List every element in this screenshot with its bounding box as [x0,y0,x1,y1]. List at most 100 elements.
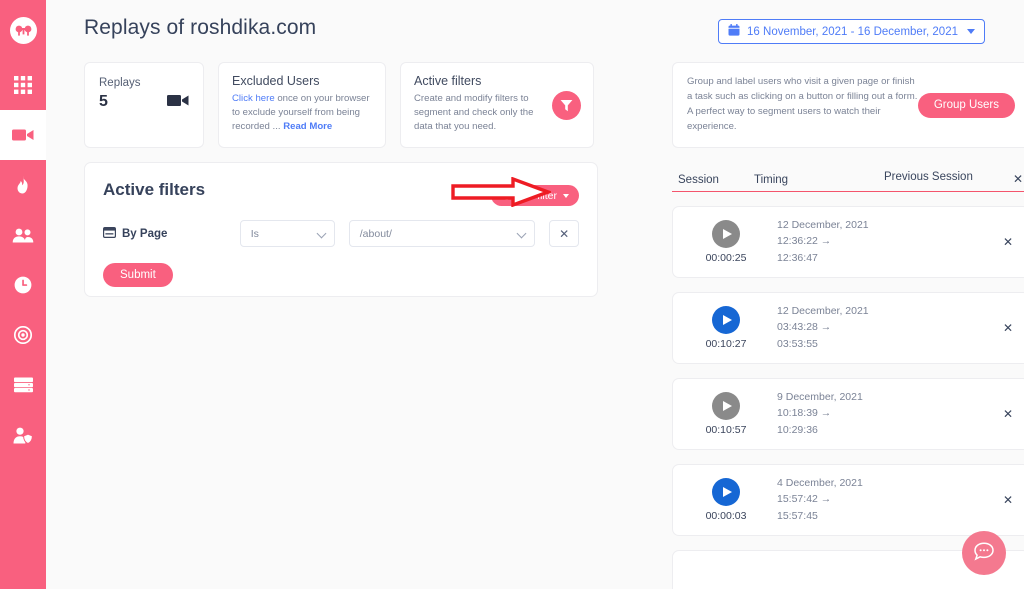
active-filters-info-card: Active filters Create and modify filters… [400,62,594,148]
submit-button[interactable]: Submit [103,263,173,287]
server-list-icon [13,377,33,393]
column-header-close[interactable]: ✕ [1006,172,1024,186]
sidebar-logo[interactable] [0,0,46,60]
play-triangle-icon [722,486,732,497]
active-filters-panel: Active filters Add filter By Page Is /ab… [84,162,598,297]
sidebar-item-logs[interactable] [0,360,46,410]
filter-value-text: /about/ [359,227,392,240]
calendar-icon [728,24,740,39]
session-end: 03:53:55 [777,337,818,350]
session-date: 4 December, 2021 [777,477,863,490]
video-camera-icon [12,127,34,143]
session-list-header: Session Timing Previous Session ✕ [672,170,1024,192]
session-rows: 00:00:25 12 December, 2021 12:36:22 → 12:36… [672,205,1024,589]
session-timing: 12 December, 2021 03:43:28 → 03:53:55 [777,303,869,352]
session-date: 9 December, 2021 [777,391,863,404]
app-logo-icon [9,16,37,44]
read-more-link[interactable]: Read More [283,121,332,132]
group-users-button[interactable]: Group Users [917,92,1015,118]
play-button[interactable] [712,305,740,334]
session-end: 15:57:45 [777,509,818,522]
chevron-down-icon [967,29,975,34]
filter-operator-select[interactable]: Is [239,220,335,247]
session-row[interactable]: 00:00:25 12 December, 2021 12:36:22 → 12:36… [672,205,1024,278]
session-row[interactable]: 00:10:27 12 December, 2021 03:43:28 → 03:53… [672,291,1024,364]
summary-cards: Replays 5 Excluded Users Click here once… [84,62,594,148]
add-filter-label: Add filter [515,189,557,202]
add-filter-button[interactable]: Add filter [490,185,579,206]
chat-support-button[interactable] [962,531,1006,575]
user-shield-icon [13,427,33,444]
sidebar-item-replays[interactable] [0,110,46,160]
date-range-picker[interactable]: 16 November, 2021 - 16 December, 2021 [718,19,985,44]
session-play-col: 00:10:27 [691,305,761,350]
click-here-link[interactable]: Click here [232,93,275,104]
session-close-button[interactable]: ✕ [1003,407,1013,421]
group-users-body: Group and label users who visit a given … [687,76,918,132]
column-header-timing: Timing [754,173,789,186]
play-button[interactable] [712,391,740,420]
excluded-users-body: Click here once on your browser to exclu… [232,92,372,134]
users-icon [12,228,34,243]
session-timing: 4 December, 2021 15:57:42 → 15:57:45 [777,475,863,524]
active-filters-info-body: Create and modify filters to segment and… [414,93,534,133]
chevron-down-icon [516,228,527,239]
session-duration: 00:10:57 [705,423,747,436]
session-duration: 00:10:27 [705,337,747,350]
filter-type-text: By Page [122,227,168,240]
sidebar-item-funnels[interactable] [0,310,46,360]
filter-type-label: By Page [103,226,240,241]
flame-icon [16,176,30,194]
play-triangle-icon [722,314,732,325]
replays-count-card: Replays 5 [84,62,204,148]
chat-bubble-icon [973,541,995,565]
session-row[interactable]: 00:10:57 9 December, 2021 10:18:39 → 10:29:… [672,377,1024,450]
session-duration: 00:00:25 [705,251,747,264]
clock-icon [14,276,32,294]
grid-icon [14,76,32,94]
play-button[interactable] [712,477,740,506]
chevron-down-icon [316,228,327,239]
sidebar-item-privacy[interactable] [0,410,46,460]
chevron-down-icon [563,193,569,198]
date-range-label: 16 November, 2021 - 16 December, 2021 [747,25,958,38]
session-timing: 12 December, 2021 12:36:22 → 12:36:47 [777,217,869,266]
video-camera-icon [167,93,189,113]
session-close-button[interactable]: ✕ [1003,493,1013,507]
session-end: 12:36:47 [777,251,818,264]
filter-row: By Page Is /about/ ✕ [103,220,579,247]
session-duration: 00:00:03 [705,509,747,522]
session-play-col: 00:00:25 [691,219,761,264]
browser-window-icon [103,226,117,241]
session-start: 10:18:39 → [777,407,832,420]
session-date: 12 December, 2021 [777,219,869,232]
remove-filter-button[interactable]: ✕ [549,220,579,247]
session-close-button[interactable]: ✕ [1003,235,1013,249]
app-logo-glyph [15,25,31,36]
sidebar-item-heatmaps[interactable] [0,160,46,210]
column-header-previous-session: Previous Session [884,171,973,183]
excluded-users-title: Excluded Users [232,74,320,88]
replays-card-value: 5 [99,93,108,110]
filter-operator-value: Is [250,227,259,240]
play-triangle-icon [722,228,732,239]
session-list: Session Timing Previous Session ✕ 00:00:… [672,170,1024,589]
sidebar-item-dashboard[interactable] [0,60,46,110]
session-close-button[interactable]: ✕ [1003,321,1013,335]
session-timing: 9 December, 2021 10:18:39 → 10:29:36 [777,389,863,438]
target-icon [14,326,32,344]
session-play-col: 00:00:03 [691,477,761,522]
filter-value-select[interactable]: /about/ [348,220,536,247]
play-button[interactable] [712,219,740,248]
session-start: 15:57:42 → [777,493,832,506]
group-users-card: Group and label users who visit a given … [672,62,1024,148]
page-title: Replays of roshdika.com [84,16,317,39]
sidebar [0,0,46,589]
session-row[interactable]: 00:00:03 4 December, 2021 15:57:42 → 15:57:… [672,463,1024,536]
session-date: 12 December, 2021 [777,305,869,318]
session-end: 10:29:36 [777,423,818,436]
session-start: 12:36:22 → [777,235,832,248]
active-filters-info-title: Active filters [414,74,482,88]
sidebar-item-visitors[interactable] [0,210,46,260]
sidebar-item-events[interactable] [0,260,46,310]
